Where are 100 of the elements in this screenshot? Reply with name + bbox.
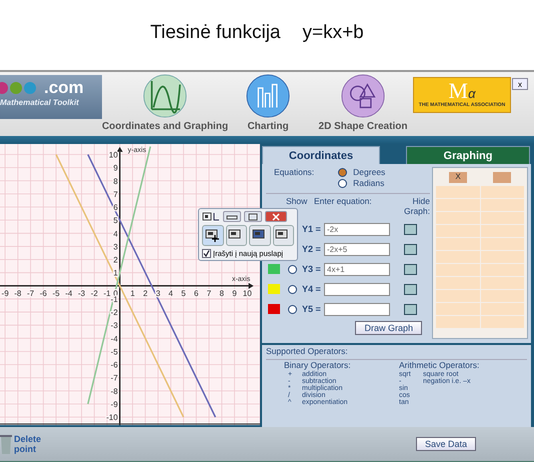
save-data-button[interactable]: Save Data	[416, 437, 476, 451]
nav-tab[interactable]: 2D Shape Creation	[318, 121, 408, 132]
radio-button[interactable]	[288, 264, 296, 274]
tab[interactable]: Coordinates	[262, 146, 380, 164]
tick-label: 4	[113, 229, 118, 238]
tick-label: 10	[242, 288, 252, 298]
tick-label: 8	[113, 176, 118, 186]
table-cell[interactable]	[436, 290, 480, 302]
close-button[interactable]: x	[512, 78, 528, 90]
tick-label: -3	[78, 288, 86, 298]
radio-label: Degrees	[353, 167, 386, 177]
table-cell[interactable]	[436, 238, 480, 250]
tick-label: 10	[108, 150, 118, 160]
capture-tool-button[interactable]	[272, 225, 294, 246]
maximize-icon	[248, 212, 258, 220]
table-cell[interactable]	[436, 225, 480, 237]
minimize-icon	[226, 214, 238, 220]
tick-label: 4	[168, 288, 173, 298]
equations-label: Equations:	[274, 167, 314, 179]
equation-field[interactable]: -2x	[324, 222, 390, 236]
equation-label: Y1 =	[302, 224, 322, 234]
tick-label: -4	[110, 334, 118, 344]
table-cell[interactable]	[436, 303, 480, 315]
tick-label: 1	[130, 288, 135, 298]
table-cell[interactable]	[480, 277, 524, 289]
tick-label: 7	[206, 288, 212, 298]
tick-label: 2	[113, 256, 118, 265]
tick-label: 9	[232, 288, 237, 298]
tick-label: 5	[113, 216, 118, 226]
section-title: Supported Operators:	[266, 346, 348, 356]
table-cell[interactable]	[480, 212, 524, 224]
equation-field[interactable]	[324, 282, 390, 296]
radio-button[interactable]	[288, 304, 296, 314]
tick-label: -7	[27, 288, 34, 298]
table-cell[interactable]	[436, 264, 480, 276]
tick-label: 8	[220, 288, 224, 298]
equation-label: Y2 =	[302, 244, 322, 254]
equation-field[interactable]	[324, 302, 390, 316]
logo-subtitle: Mathematical Toolkit	[0, 98, 80, 107]
capture-icon	[202, 212, 220, 222]
tick-label: -6	[40, 288, 47, 298]
tick-label: -5	[110, 347, 118, 356]
table-cell[interactable]	[436, 212, 480, 224]
logo-text: .com	[44, 78, 84, 98]
minimize-button[interactable]	[223, 211, 241, 222]
nav-tab[interactable]: Coordinates and Graphing	[102, 121, 228, 132]
table-cell[interactable]	[436, 199, 480, 211]
hide-checkbox[interactable]	[404, 244, 417, 254]
color-swatch[interactable]	[268, 284, 280, 294]
column-header: Enter equation:	[314, 196, 373, 206]
delete-point-button[interactable]: Delete point	[0, 433, 44, 455]
tick-label: 5	[181, 288, 186, 298]
tick-label: 1	[113, 268, 118, 278]
column-header: X	[449, 172, 467, 183]
bar-chart-icon[interactable]	[246, 74, 290, 118]
equation-field[interactable]: -2x+5	[324, 242, 390, 256]
table-cell[interactable]	[480, 290, 524, 302]
capture-tool-button[interactable]	[249, 225, 270, 246]
radio-button[interactable]	[338, 178, 348, 188]
maximize-button[interactable]	[244, 211, 262, 222]
tick-label: -4	[65, 288, 72, 298]
equation-label: Y4 =	[302, 284, 322, 294]
hide-checkbox[interactable]	[404, 284, 417, 294]
table-cell[interactable]	[436, 186, 480, 198]
table-cell[interactable]	[480, 303, 524, 315]
hide-checkbox[interactable]	[404, 304, 417, 314]
tick-label: 9	[113, 164, 118, 173]
table-cell[interactable]	[480, 264, 524, 276]
table-cell[interactable]	[480, 199, 524, 211]
table-cell[interactable]	[436, 277, 480, 289]
draw-graph-button[interactable]: Draw Graph	[355, 321, 422, 335]
tick-label: -9	[2, 288, 9, 298]
tick-label: -2	[90, 288, 98, 298]
tick-label: 7	[113, 190, 118, 199]
capture-tool-button[interactable]	[202, 225, 224, 246]
table-cell[interactable]	[480, 225, 524, 237]
tab[interactable]: Graphing	[406, 146, 530, 164]
table-cell[interactable]	[480, 186, 524, 198]
logo-letter: M	[448, 78, 468, 103]
equation-field[interactable]: 4x+1	[324, 262, 390, 276]
close-button[interactable]	[265, 211, 287, 222]
radio-button[interactable]	[338, 168, 348, 176]
table-cell[interactable]	[480, 238, 524, 250]
shapes-icon[interactable]	[341, 74, 385, 118]
hide-checkbox[interactable]	[404, 264, 417, 274]
color-swatch[interactable]	[268, 304, 280, 314]
graph-icon[interactable]	[143, 74, 187, 118]
tick-label: -9	[110, 400, 118, 409]
table-cell[interactable]	[436, 251, 480, 263]
nav-tab[interactable]: Charting	[247, 121, 289, 132]
table-cell[interactable]	[480, 251, 524, 263]
table-cell[interactable]	[480, 316, 524, 328]
tick-label: 3	[113, 242, 118, 252]
checkbox[interactable]	[202, 249, 211, 258]
table-cell[interactable]	[436, 316, 480, 328]
tick-label: -8	[14, 288, 22, 298]
radio-button[interactable]	[288, 284, 296, 294]
color-swatch[interactable]	[268, 264, 280, 274]
hide-checkbox[interactable]	[404, 224, 417, 234]
capture-tool-button[interactable]	[226, 225, 247, 246]
